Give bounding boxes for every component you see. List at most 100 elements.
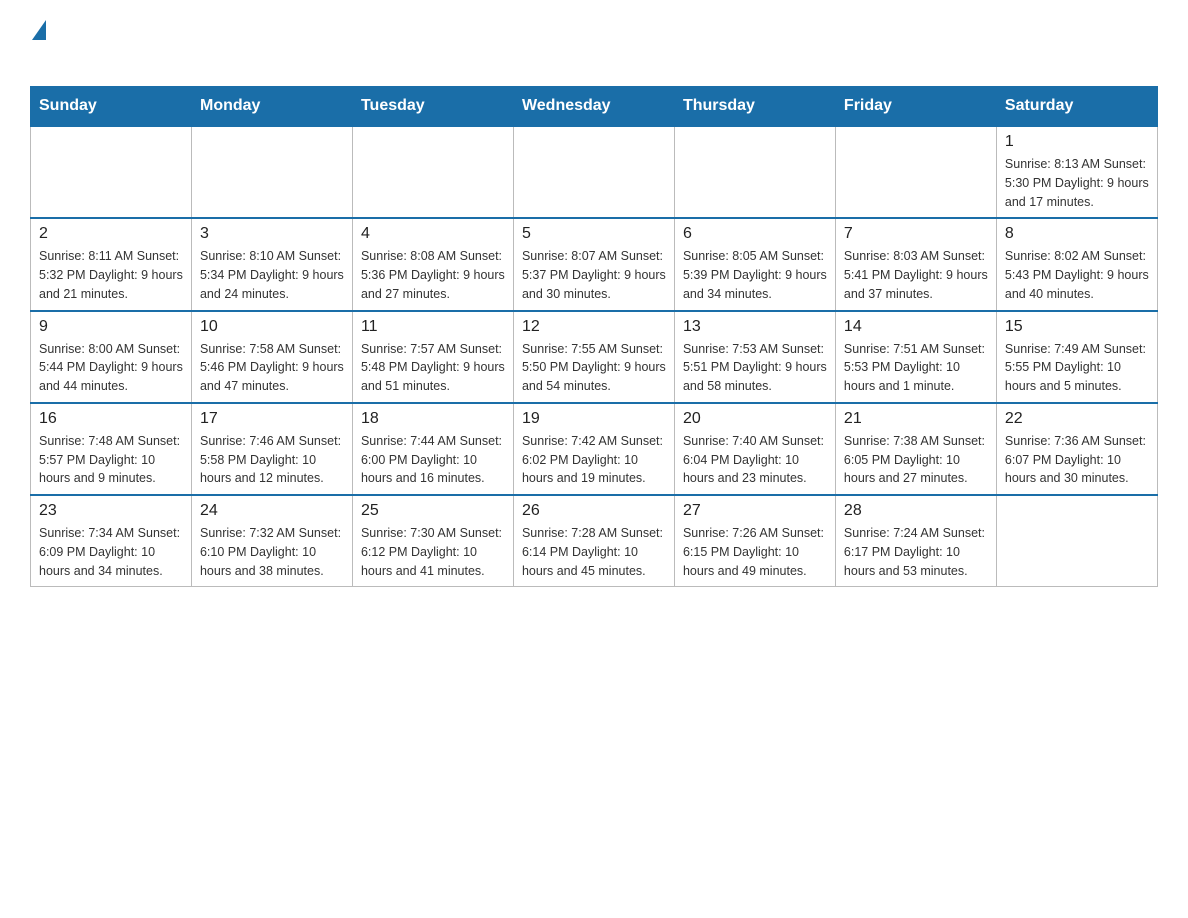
weekday-header-thursday: Thursday [674, 87, 835, 127]
day-number: 3 [200, 225, 344, 243]
empty-day-cell [513, 126, 674, 218]
day-number: 6 [683, 225, 827, 243]
day-cell: 16 Sunrise: 7:48 AM Sunset: 5:57 PM Dayli… [31, 403, 192, 495]
day-info: Sunrise: 7:44 AM Sunset: 6:00 PM Dayligh… [361, 432, 505, 488]
day-info: Sunrise: 7:53 AM Sunset: 5:51 PM Dayligh… [683, 340, 827, 396]
empty-day-cell [191, 126, 352, 218]
calendar-week-row: 2 Sunrise: 8:11 AM Sunset: 5:32 PM Daylig… [31, 218, 1158, 310]
day-cell: 20 Sunrise: 7:40 AM Sunset: 6:04 PM Dayli… [674, 403, 835, 495]
logo-triangle-icon [32, 20, 46, 40]
day-cell: 26 Sunrise: 7:28 AM Sunset: 6:14 PM Dayli… [513, 495, 674, 587]
day-number: 24 [200, 502, 344, 520]
day-info: Sunrise: 7:48 AM Sunset: 5:57 PM Dayligh… [39, 432, 183, 488]
day-cell: 21 Sunrise: 7:38 AM Sunset: 6:05 PM Dayli… [835, 403, 996, 495]
day-info: Sunrise: 7:34 AM Sunset: 6:09 PM Dayligh… [39, 524, 183, 580]
day-number: 12 [522, 318, 666, 336]
day-cell: 3Sunrise: 8:10 AM Sunset: 5:34 PM Daylig… [191, 218, 352, 310]
empty-day-cell [352, 126, 513, 218]
day-number: 20 [683, 410, 827, 428]
weekday-header-saturday: Saturday [996, 87, 1157, 127]
day-cell: 10 Sunrise: 7:58 AM Sunset: 5:46 PM Dayli… [191, 311, 352, 403]
weekday-header-sunday: Sunday [31, 87, 192, 127]
day-cell: 28 Sunrise: 7:24 AM Sunset: 6:17 PM Dayli… [835, 495, 996, 587]
day-info: Sunrise: 7:38 AM Sunset: 6:05 PM Dayligh… [844, 432, 988, 488]
day-number: 27 [683, 502, 827, 520]
day-cell: 11 Sunrise: 7:57 AM Sunset: 5:48 PM Dayli… [352, 311, 513, 403]
day-number: 10 [200, 318, 344, 336]
day-number: 28 [844, 502, 988, 520]
day-cell: 27 Sunrise: 7:26 AM Sunset: 6:15 PM Dayli… [674, 495, 835, 587]
calendar-header-row: SundayMondayTuesdayWednesdayThursdayFrid… [31, 87, 1158, 127]
day-info: Sunrise: 7:26 AM Sunset: 6:15 PM Dayligh… [683, 524, 827, 580]
day-info: Sunrise: 8:02 AM Sunset: 5:43 PM Dayligh… [1005, 247, 1149, 303]
day-info: Sunrise: 7:28 AM Sunset: 6:14 PM Dayligh… [522, 524, 666, 580]
day-cell: 9Sunrise: 8:00 AM Sunset: 5:44 PM Daylig… [31, 311, 192, 403]
day-number: 26 [522, 502, 666, 520]
day-info: Sunrise: 8:07 AM Sunset: 5:37 PM Dayligh… [522, 247, 666, 303]
empty-day-cell [835, 126, 996, 218]
day-number: 8 [1005, 225, 1149, 243]
day-info: Sunrise: 7:55 AM Sunset: 5:50 PM Dayligh… [522, 340, 666, 396]
day-number: 16 [39, 410, 183, 428]
day-number: 18 [361, 410, 505, 428]
day-info: Sunrise: 8:11 AM Sunset: 5:32 PM Dayligh… [39, 247, 183, 303]
day-cell: 17Sunrise: 7:46 AM Sunset: 5:58 PM Dayli… [191, 403, 352, 495]
day-info: Sunrise: 7:24 AM Sunset: 6:17 PM Dayligh… [844, 524, 988, 580]
day-number: 11 [361, 318, 505, 336]
day-info: Sunrise: 7:49 AM Sunset: 5:55 PM Dayligh… [1005, 340, 1149, 396]
day-info: Sunrise: 8:13 AM Sunset: 5:30 PM Dayligh… [1005, 155, 1149, 211]
day-info: Sunrise: 7:32 AM Sunset: 6:10 PM Dayligh… [200, 524, 344, 580]
calendar-table: SundayMondayTuesdayWednesdayThursdayFrid… [30, 86, 1158, 587]
calendar-week-row: 16 Sunrise: 7:48 AM Sunset: 5:57 PM Dayli… [31, 403, 1158, 495]
day-info: Sunrise: 7:51 AM Sunset: 5:53 PM Dayligh… [844, 340, 988, 396]
day-info: Sunrise: 8:05 AM Sunset: 5:39 PM Dayligh… [683, 247, 827, 303]
day-cell: 8 Sunrise: 8:02 AM Sunset: 5:43 PM Daylig… [996, 218, 1157, 310]
day-cell: 1 Sunrise: 8:13 AM Sunset: 5:30 PM Daylig… [996, 126, 1157, 218]
calendar-week-row: 1 Sunrise: 8:13 AM Sunset: 5:30 PM Daylig… [31, 126, 1158, 218]
day-number: 2 [39, 225, 183, 243]
day-cell: 14 Sunrise: 7:51 AM Sunset: 5:53 PM Dayli… [835, 311, 996, 403]
day-number: 19 [522, 410, 666, 428]
calendar-week-row: 9Sunrise: 8:00 AM Sunset: 5:44 PM Daylig… [31, 311, 1158, 403]
day-cell: 25Sunrise: 7:30 AM Sunset: 6:12 PM Dayli… [352, 495, 513, 587]
day-number: 9 [39, 318, 183, 336]
day-info: Sunrise: 7:58 AM Sunset: 5:46 PM Dayligh… [200, 340, 344, 396]
day-cell: 4 Sunrise: 8:08 AM Sunset: 5:36 PM Daylig… [352, 218, 513, 310]
day-info: Sunrise: 7:46 AM Sunset: 5:58 PM Dayligh… [200, 432, 344, 488]
day-cell: 12 Sunrise: 7:55 AM Sunset: 5:50 PM Dayli… [513, 311, 674, 403]
empty-day-cell [674, 126, 835, 218]
day-cell: 24 Sunrise: 7:32 AM Sunset: 6:10 PM Dayli… [191, 495, 352, 587]
day-number: 1 [1005, 133, 1149, 151]
day-number: 22 [1005, 410, 1149, 428]
day-info: Sunrise: 7:40 AM Sunset: 6:04 PM Dayligh… [683, 432, 827, 488]
day-cell: 23 Sunrise: 7:34 AM Sunset: 6:09 PM Dayli… [31, 495, 192, 587]
weekday-header-monday: Monday [191, 87, 352, 127]
day-cell: 6 Sunrise: 8:05 AM Sunset: 5:39 PM Daylig… [674, 218, 835, 310]
day-info: Sunrise: 8:03 AM Sunset: 5:41 PM Dayligh… [844, 247, 988, 303]
day-info: Sunrise: 8:08 AM Sunset: 5:36 PM Dayligh… [361, 247, 505, 303]
day-number: 25 [361, 502, 505, 520]
day-number: 23 [39, 502, 183, 520]
calendar-week-row: 23 Sunrise: 7:34 AM Sunset: 6:09 PM Dayli… [31, 495, 1158, 587]
day-cell: 18 Sunrise: 7:44 AM Sunset: 6:00 PM Dayli… [352, 403, 513, 495]
weekday-header-wednesday: Wednesday [513, 87, 674, 127]
empty-day-cell [31, 126, 192, 218]
day-info: Sunrise: 7:42 AM Sunset: 6:02 PM Dayligh… [522, 432, 666, 488]
weekday-header-friday: Friday [835, 87, 996, 127]
day-cell: 2 Sunrise: 8:11 AM Sunset: 5:32 PM Daylig… [31, 218, 192, 310]
day-info: Sunrise: 7:36 AM Sunset: 6:07 PM Dayligh… [1005, 432, 1149, 488]
day-cell: 19 Sunrise: 7:42 AM Sunset: 6:02 PM Dayli… [513, 403, 674, 495]
day-number: 14 [844, 318, 988, 336]
day-cell: 7 Sunrise: 8:03 AM Sunset: 5:41 PM Daylig… [835, 218, 996, 310]
weekday-header-tuesday: Tuesday [352, 87, 513, 127]
day-number: 13 [683, 318, 827, 336]
day-number: 5 [522, 225, 666, 243]
day-number: 21 [844, 410, 988, 428]
day-info: Sunrise: 7:57 AM Sunset: 5:48 PM Dayligh… [361, 340, 505, 396]
logo [30, 20, 48, 66]
day-cell: 15Sunrise: 7:49 AM Sunset: 5:55 PM Dayli… [996, 311, 1157, 403]
day-number: 4 [361, 225, 505, 243]
day-cell: 22 Sunrise: 7:36 AM Sunset: 6:07 PM Dayli… [996, 403, 1157, 495]
page-header [30, 20, 1158, 66]
day-number: 7 [844, 225, 988, 243]
